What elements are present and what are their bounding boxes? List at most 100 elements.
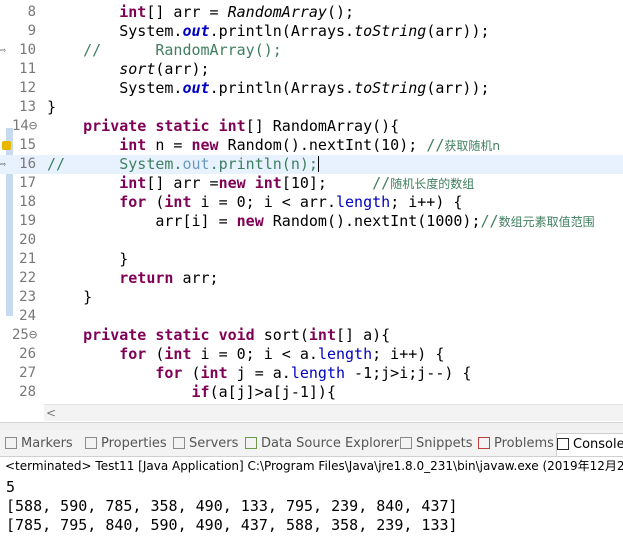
- code-token: (a[j]>a[j-1]){: [209, 383, 336, 401]
- code-token: (: [146, 345, 165, 363]
- code-token: int: [119, 174, 147, 192]
- code-line[interactable]: 19 arr[i] = new Random().nextInt(1000);/…: [0, 212, 623, 231]
- tab-markers[interactable]: Markers: [5, 433, 73, 455]
- code-text: arr[i] = new Random().nextInt(1000);//数组…: [47, 212, 595, 232]
- code-line[interactable]: 15 int n = new Random().nextInt(10); //获…: [0, 136, 623, 155]
- code-token: }: [47, 98, 57, 116]
- tab-label: Data Source Explorer: [261, 436, 400, 451]
- console-output[interactable]: 5 [588, 590, 785, 358, 490, 133, 795, 23…: [0, 475, 623, 555]
- code-token: .println(Arrays.: [209, 79, 355, 97]
- horizontal-scrollbar[interactable]: <: [44, 404, 623, 421]
- code-token: //: [372, 174, 391, 192]
- problems-icon: [478, 437, 490, 449]
- code-token: out: [182, 79, 210, 97]
- code-text: // System.out.println(n);: [47, 155, 319, 174]
- code-token: .println(Arrays.: [209, 22, 355, 40]
- code-line[interactable]: 23 }: [0, 288, 623, 307]
- code-line[interactable]: 20: [0, 231, 623, 250]
- code-token: for: [155, 364, 183, 382]
- line-number: 14⊖: [12, 118, 38, 134]
- tab-label: Snippets: [416, 436, 473, 451]
- code-line[interactable]: 17 int[] arr =new int[10]; //随机长度的数组: [0, 174, 623, 193]
- code-token: length: [290, 364, 346, 382]
- data-source-explorer-icon: [245, 437, 257, 449]
- code-token: new: [191, 136, 219, 154]
- console-line: [785, 795, 840, 590, 490, 437, 588, 358,…: [6, 516, 458, 534]
- code-line[interactable]: 8 int[] arr = RandomArray();: [0, 3, 623, 22]
- code-line[interactable]: 27 for (int j = a.length -1;j>i;j--) {: [0, 364, 623, 383]
- code-text: for (int j = a.length -1;j>i;j--) {: [47, 364, 471, 383]
- bottom-panel-tabs: Markers Properties Servers Data Source Expl…: [0, 430, 623, 457]
- code-line[interactable]: 21 }: [0, 250, 623, 269]
- line-number: 26: [19, 346, 36, 362]
- code-text: System.out.println(Arrays.toString(arr))…: [47, 22, 490, 41]
- code-line[interactable]: 11 sort(arr);: [0, 60, 623, 79]
- tab-label: Servers: [189, 436, 239, 451]
- console-line: 5: [6, 478, 16, 496]
- code-token: length: [336, 193, 391, 211]
- code-token: (: [182, 364, 201, 382]
- code-token: System.: [47, 22, 183, 40]
- code-token: sort(: [254, 326, 309, 344]
- code-text: for (int i = 0; i < a.length; i++) {: [47, 345, 444, 364]
- tab-servers[interactable]: Servers: [173, 433, 238, 455]
- code-line[interactable]: 24: [0, 307, 623, 326]
- code-token: [] arr =: [146, 3, 228, 21]
- tab-label: Problems: [494, 436, 554, 451]
- code-token: int: [164, 193, 192, 211]
- code-token: sort: [119, 60, 156, 78]
- code-token: arr[i] =: [47, 212, 237, 230]
- code-line[interactable]: 10 // RandomArray(); ⇨: [0, 41, 623, 60]
- code-text: for (int i = 0; i < arr.length; i++) {: [47, 193, 462, 212]
- code-text: sort(arr);: [47, 60, 209, 79]
- code-text: }: [47, 250, 128, 269]
- code-line[interactable]: 26 for (int i = 0; i < a.length; i++) {: [0, 345, 623, 364]
- line-number: 8: [27, 4, 36, 20]
- code-token: 数组元素取值范围: [498, 215, 595, 229]
- code-token: }: [47, 250, 129, 268]
- code-line[interactable]: 12 System.out.println(Arrays.toString(ar…: [0, 79, 623, 98]
- markers-icon: [5, 437, 17, 449]
- code-token: }: [47, 288, 93, 306]
- tab-properties[interactable]: Properties: [85, 433, 167, 455]
- code-token: n =: [146, 136, 192, 154]
- code-line[interactable]: 18 for (int i = 0; i < arr.length; i++) …: [0, 193, 623, 212]
- code-editor[interactable]: 8 int[] arr = RandomArray(); 9 System.out…: [0, 0, 623, 422]
- code-line[interactable]: 14⊖ private static int[] RandomArray(){: [0, 117, 623, 136]
- code-token: int: [308, 326, 336, 344]
- tab-data-source-explorer[interactable]: Data Source Explorer: [245, 433, 399, 455]
- snippets-icon: [400, 437, 412, 449]
- line-number: 21: [19, 251, 36, 267]
- code-line[interactable]: 16 // System.out.println(n); ⇨: [0, 155, 623, 174]
- tab-snippets[interactable]: Snippets: [400, 433, 472, 455]
- code-token: System.: [47, 79, 183, 97]
- line-number: 18: [19, 194, 36, 210]
- properties-icon: [85, 437, 97, 449]
- code-text: int[] arr =new int[10]; //随机长度的数组: [47, 174, 474, 194]
- code-line[interactable]: 22 return arr;: [0, 269, 623, 288]
- scroll-left-arrow-icon[interactable]: <: [46, 405, 56, 421]
- code-token: (arr));: [426, 79, 490, 97]
- code-line[interactable]: 25⊖ private static void sort(int[] a){: [0, 326, 623, 345]
- code-token: -1;j>i;j--) {: [345, 364, 472, 382]
- code-token: //: [480, 212, 499, 230]
- code-token: // System.: [47, 155, 183, 173]
- code-line[interactable]: 13}: [0, 98, 623, 117]
- code-token: [10];: [281, 174, 373, 192]
- code-line[interactable]: 28 if(a[j]>a[j-1]){: [0, 383, 623, 402]
- line-number: 17: [19, 175, 36, 191]
- code-token: out: [182, 22, 210, 40]
- code-line[interactable]: 9 System.out.println(Arrays.toString(arr…: [0, 22, 623, 41]
- code-token: new int: [218, 174, 282, 192]
- code-token: private static void: [83, 326, 255, 344]
- tab-problems[interactable]: Problems: [478, 433, 554, 455]
- code-token: (arr));: [426, 22, 490, 40]
- code-token: Random().nextInt(1000);: [263, 212, 481, 230]
- tab-console[interactable]: Console: [556, 433, 623, 456]
- code-token: 获取随机n: [444, 139, 500, 153]
- line-number: 25⊖: [12, 327, 38, 343]
